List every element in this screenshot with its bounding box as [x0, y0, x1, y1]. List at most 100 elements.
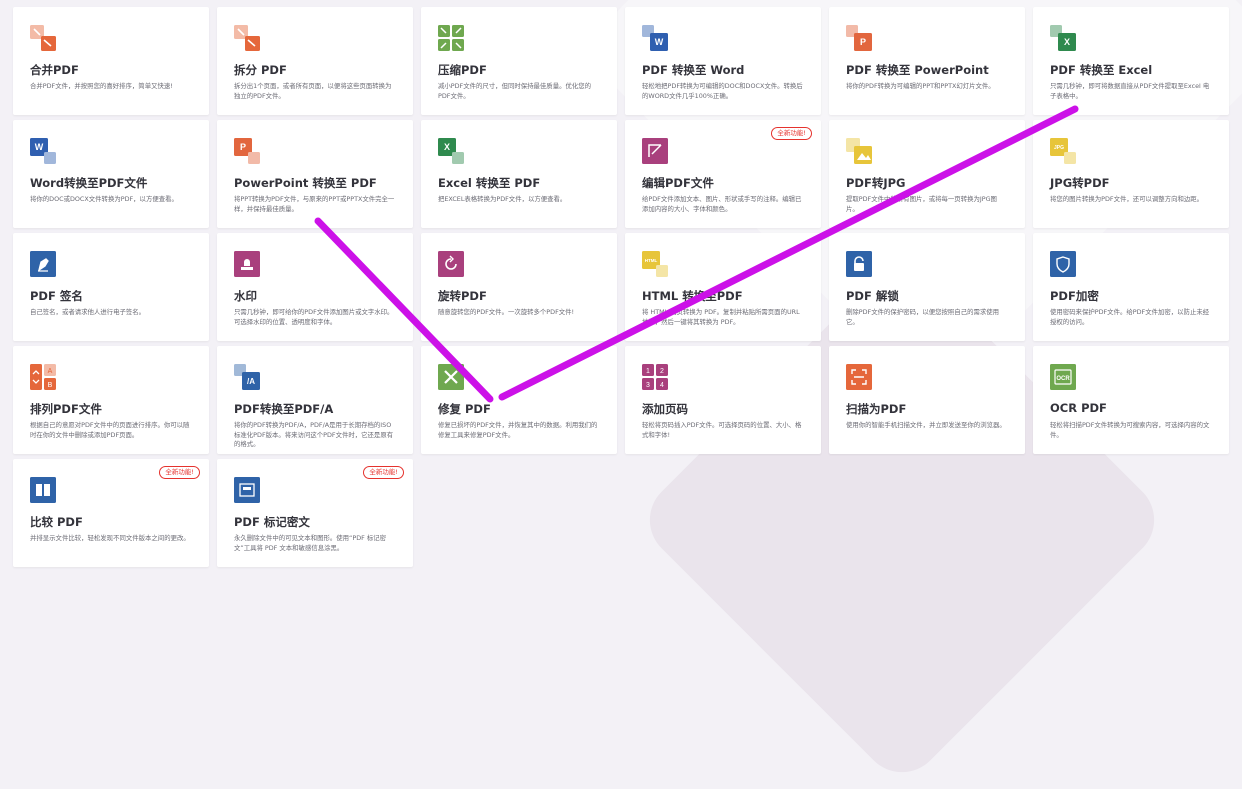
new-feature-badge: 全新功能!: [771, 127, 812, 140]
svg-text:OCR: OCR: [1056, 376, 1070, 382]
tool-title: 排列PDF文件: [30, 402, 102, 416]
tool-card[interactable]: W PDF 转换至 Word 轻松地把PDF转换为可编辑的DOC和DOCX文件。转换…: [625, 7, 821, 115]
svg-text:W: W: [655, 37, 664, 47]
tool-card[interactable]: 水印只需几秒钟，即可给你的PDF文件添加图片或文字水印。可选择水印的位置、透明度…: [217, 233, 413, 341]
pdfa-icon: /A: [234, 364, 260, 390]
tool-title: 比较 PDF: [30, 515, 83, 529]
tool-title: 合并PDF: [30, 63, 79, 77]
tool-card[interactable]: 压缩PDF 减小PDF文件的尺寸，但同时保持最佳质量。优化您的PDF文件。: [421, 7, 617, 115]
tool-title: HTML 转换至PDF: [642, 289, 743, 303]
tool-card[interactable]: PDF转JPG 提取PDF文件中的所有图片，或将每一页转换为JPG图片。: [829, 120, 1025, 228]
svg-text:A: A: [48, 368, 53, 375]
compress-icon: [438, 25, 464, 51]
repair-icon: [438, 364, 464, 390]
tool-description: 随意旋转您的PDF文件。一次旋转多个PDF文件!: [438, 308, 575, 316]
svg-text:3: 3: [646, 382, 650, 389]
tool-title: PDF 转换至 Word: [642, 63, 745, 77]
tool-title: PDF 转换至 Excel: [1050, 63, 1153, 77]
rotate-icon: [438, 251, 464, 277]
tool-card[interactable]: 比较 PDF 并排显示文件比较，轻松发现不同文件版本之间的更改。 全新功能!: [13, 459, 209, 567]
tool-title: 添加页码: [642, 402, 688, 416]
tool-description: 使用密码来保护PDF文件。给PDF文件加密，以防止未经授权的访问。: [1050, 308, 1210, 326]
tool-card[interactable]: /A PDF转换至PDF/A 将你的PDF转换为PDF/A，PDF/A是用于长期存档…: [217, 346, 413, 454]
tool-card[interactable]: PDF 签名自己签名，或者请求他人进行电子签名。: [13, 233, 209, 341]
tool-card[interactable]: X PDF 转换至 Excel 只需几秒钟，即可将数据直接从PDF文件提取至Exce…: [1033, 7, 1229, 115]
tool-card[interactable]: 修复 PDF 修复已损坏的PDF文件，并恢复其中的数据。利用我们的修复工具来修复P…: [421, 346, 617, 454]
tool-title: 水印: [234, 289, 257, 303]
svg-text:B: B: [48, 382, 53, 389]
new-feature-badge: 全新功能!: [363, 466, 404, 479]
jpg-to-pdf-icon: JPG: [1050, 138, 1076, 164]
powerpoint-to-pdf-icon: P: [234, 138, 260, 164]
tool-title: PDF转换至PDF/A: [234, 402, 334, 416]
tool-description: 根据自己的意愿对PDF文件中的页面进行排序。你可以随时在你的文件中删除或添加PD…: [30, 421, 190, 439]
tool-description: 合并PDF文件，并按照您的喜好排序，简单又快速!: [30, 82, 173, 90]
tool-description: 将你的DOC或DOCX文件转换为PDF，以方便查看。: [30, 195, 178, 203]
tool-title: PDF 签名: [30, 289, 83, 303]
excel-to-pdf-icon: X: [438, 138, 464, 164]
tool-description: 拆分出1个页面，或者所有页面，以便将这些页面转换为独立的PDF文件。: [234, 82, 392, 100]
tool-description: 只需几秒钟，即可给你的PDF文件添加图片或文字水印。可选择水印的位置、透明度和字…: [234, 308, 394, 326]
tool-description: 使用你的智能手机扫描文件，并立即发送至你的浏览器。: [846, 421, 1006, 429]
tool-card[interactable]: PDF 解锁 删除PDF文件的保护密码，以便您按照自己的需求使用它。: [829, 233, 1025, 341]
tool-description: 将你的PDF转换为PDF/A，PDF/A是用于长期存档的ISO标准化PDF版本。…: [234, 421, 394, 448]
tool-card[interactable]: HTML HTML 转换至PDF 将 HTML 网页转换为 PDF。复制并粘贴所需页…: [625, 233, 821, 341]
tool-card[interactable]: 合并PDF 合并PDF文件，并按照您的喜好排序，简单又快速!: [13, 7, 209, 115]
tool-card[interactable]: OCR OCR PDF 轻松将扫描PDF文件转换为可搜索内容，可选择内容的文件。: [1033, 346, 1229, 454]
tool-card[interactable]: 扫描为PDF 使用你的智能手机扫描文件，并立即发送至你的浏览器。: [829, 346, 1025, 454]
tool-card[interactable]: A B 排列PDF文件根据自己的意愿对PDF文件中的页面进行排序。你可以随时在你的文…: [13, 346, 209, 454]
tool-title: PDF 标记密文: [234, 515, 310, 529]
tool-description: 自己签名，或者请求他人进行电子签名。: [30, 308, 146, 316]
tool-card[interactable]: PDF加密使用密码来保护PDF文件。给PDF文件加密，以防止未经授权的访问。: [1033, 233, 1229, 341]
tools-grid: 合并PDF 合并PDF文件，并按照您的喜好排序，简单又快速! 拆分 PDF 拆分出1个…: [0, 0, 1242, 584]
svg-text:JPG: JPG: [1054, 145, 1064, 151]
tool-description: 把EXCEL表格转换为PDF文件，以方便查看。: [438, 195, 567, 203]
svg-text:X: X: [1064, 37, 1070, 47]
svg-text:/A: /A: [247, 377, 255, 386]
tool-description: 轻松地把PDF转换为可编辑的DOC和DOCX文件。转换后的WORD文件几乎100…: [642, 82, 803, 100]
svg-text:W: W: [35, 142, 44, 152]
tool-title: JPG转PDF: [1050, 176, 1110, 190]
tool-card[interactable]: P PDF 转换至 PowerPoint 将你的PDF转换为可编辑的PPT和PPTX…: [829, 7, 1025, 115]
svg-text:HTML: HTML: [645, 258, 658, 263]
tool-title: 编辑PDF文件: [642, 176, 714, 190]
page-numbers-icon: 1 2 3 4: [642, 364, 668, 390]
tool-title: Excel 转换至 PDF: [438, 176, 541, 190]
word-icon: W: [642, 25, 668, 51]
tool-title: Word转换至PDF文件: [30, 176, 148, 190]
tool-title: 旋转PDF: [438, 289, 487, 303]
new-feature-badge: 全新功能!: [159, 466, 200, 479]
tool-card[interactable]: P PowerPoint 转换至 PDF 将PPT转换为PDF文件，与原来的PPT或…: [217, 120, 413, 228]
ocr-icon: OCR: [1050, 364, 1076, 390]
tool-card[interactable]: 拆分 PDF 拆分出1个页面，或者所有页面，以便将这些页面转换为独立的PDF文件。: [217, 7, 413, 115]
scan-icon: [846, 364, 872, 390]
word-to-pdf-icon: W: [30, 138, 56, 164]
tool-title: 扫描为PDF: [846, 402, 907, 416]
tool-card[interactable]: 编辑PDF文件给PDF文件添加文本、图片、形状或手写的注释。编辑已添加内容的大小…: [625, 120, 821, 228]
tool-card[interactable]: 1 2 3 4 添加页码 轻松将页码插入PDF文件。可选择页码的位置、大小、格式和字体!: [625, 346, 821, 454]
redact-icon: [234, 477, 260, 503]
tool-card[interactable]: 旋转PDF 随意旋转您的PDF文件。一次旋转多个PDF文件!: [421, 233, 617, 341]
merge-icon: [30, 25, 56, 51]
tool-description: 只需几秒钟，即可将数据直接从PDF文件提取至Excel 电子表格中。: [1050, 82, 1210, 100]
svg-text:P: P: [240, 142, 246, 152]
tool-title: 修复 PDF: [438, 402, 491, 416]
protect-icon: [1050, 251, 1076, 277]
tool-card[interactable]: JPG JPG转PDF 将您的图片转换为PDF文件，还可以调整方向和边距。: [1033, 120, 1229, 228]
tool-card[interactable]: X Excel 转换至 PDF 把EXCEL表格转换为PDF文件，以方便查看。: [421, 120, 617, 228]
tool-description: 给PDF文件添加文本、图片、形状或手写的注释。编辑已添加内容的大小、字体和颜色。: [642, 195, 802, 213]
tool-description: 永久删除文件中的可见文本和图形。使用“PDF 标记密文”工具将 PDF 文本和敏…: [234, 534, 386, 552]
edit-icon: [642, 138, 668, 164]
tool-title: PDF加密: [1050, 289, 1099, 303]
unlock-icon: [846, 251, 872, 277]
excel-icon: X: [1050, 25, 1076, 51]
pdf-to-jpg-icon: [846, 138, 872, 164]
tool-title: PowerPoint 转换至 PDF: [234, 176, 377, 190]
tool-title: PDF 解锁: [846, 289, 899, 303]
tool-card[interactable]: PDF 标记密文永久删除文件中的可见文本和图形。使用“PDF 标记密文”工具将 …: [217, 459, 413, 567]
split-icon: [234, 25, 260, 51]
tool-description: 修复已损坏的PDF文件，并恢复其中的数据。利用我们的修复工具来修复PDF文件。: [438, 421, 598, 439]
powerpoint-icon: P: [846, 25, 872, 51]
tool-card[interactable]: W Word转换至PDF文件将你的DOC或DOCX文件转换为PDF，以方便查看。: [13, 120, 209, 228]
tool-description: 将您的图片转换为PDF文件，还可以调整方向和边距。: [1050, 195, 1204, 203]
